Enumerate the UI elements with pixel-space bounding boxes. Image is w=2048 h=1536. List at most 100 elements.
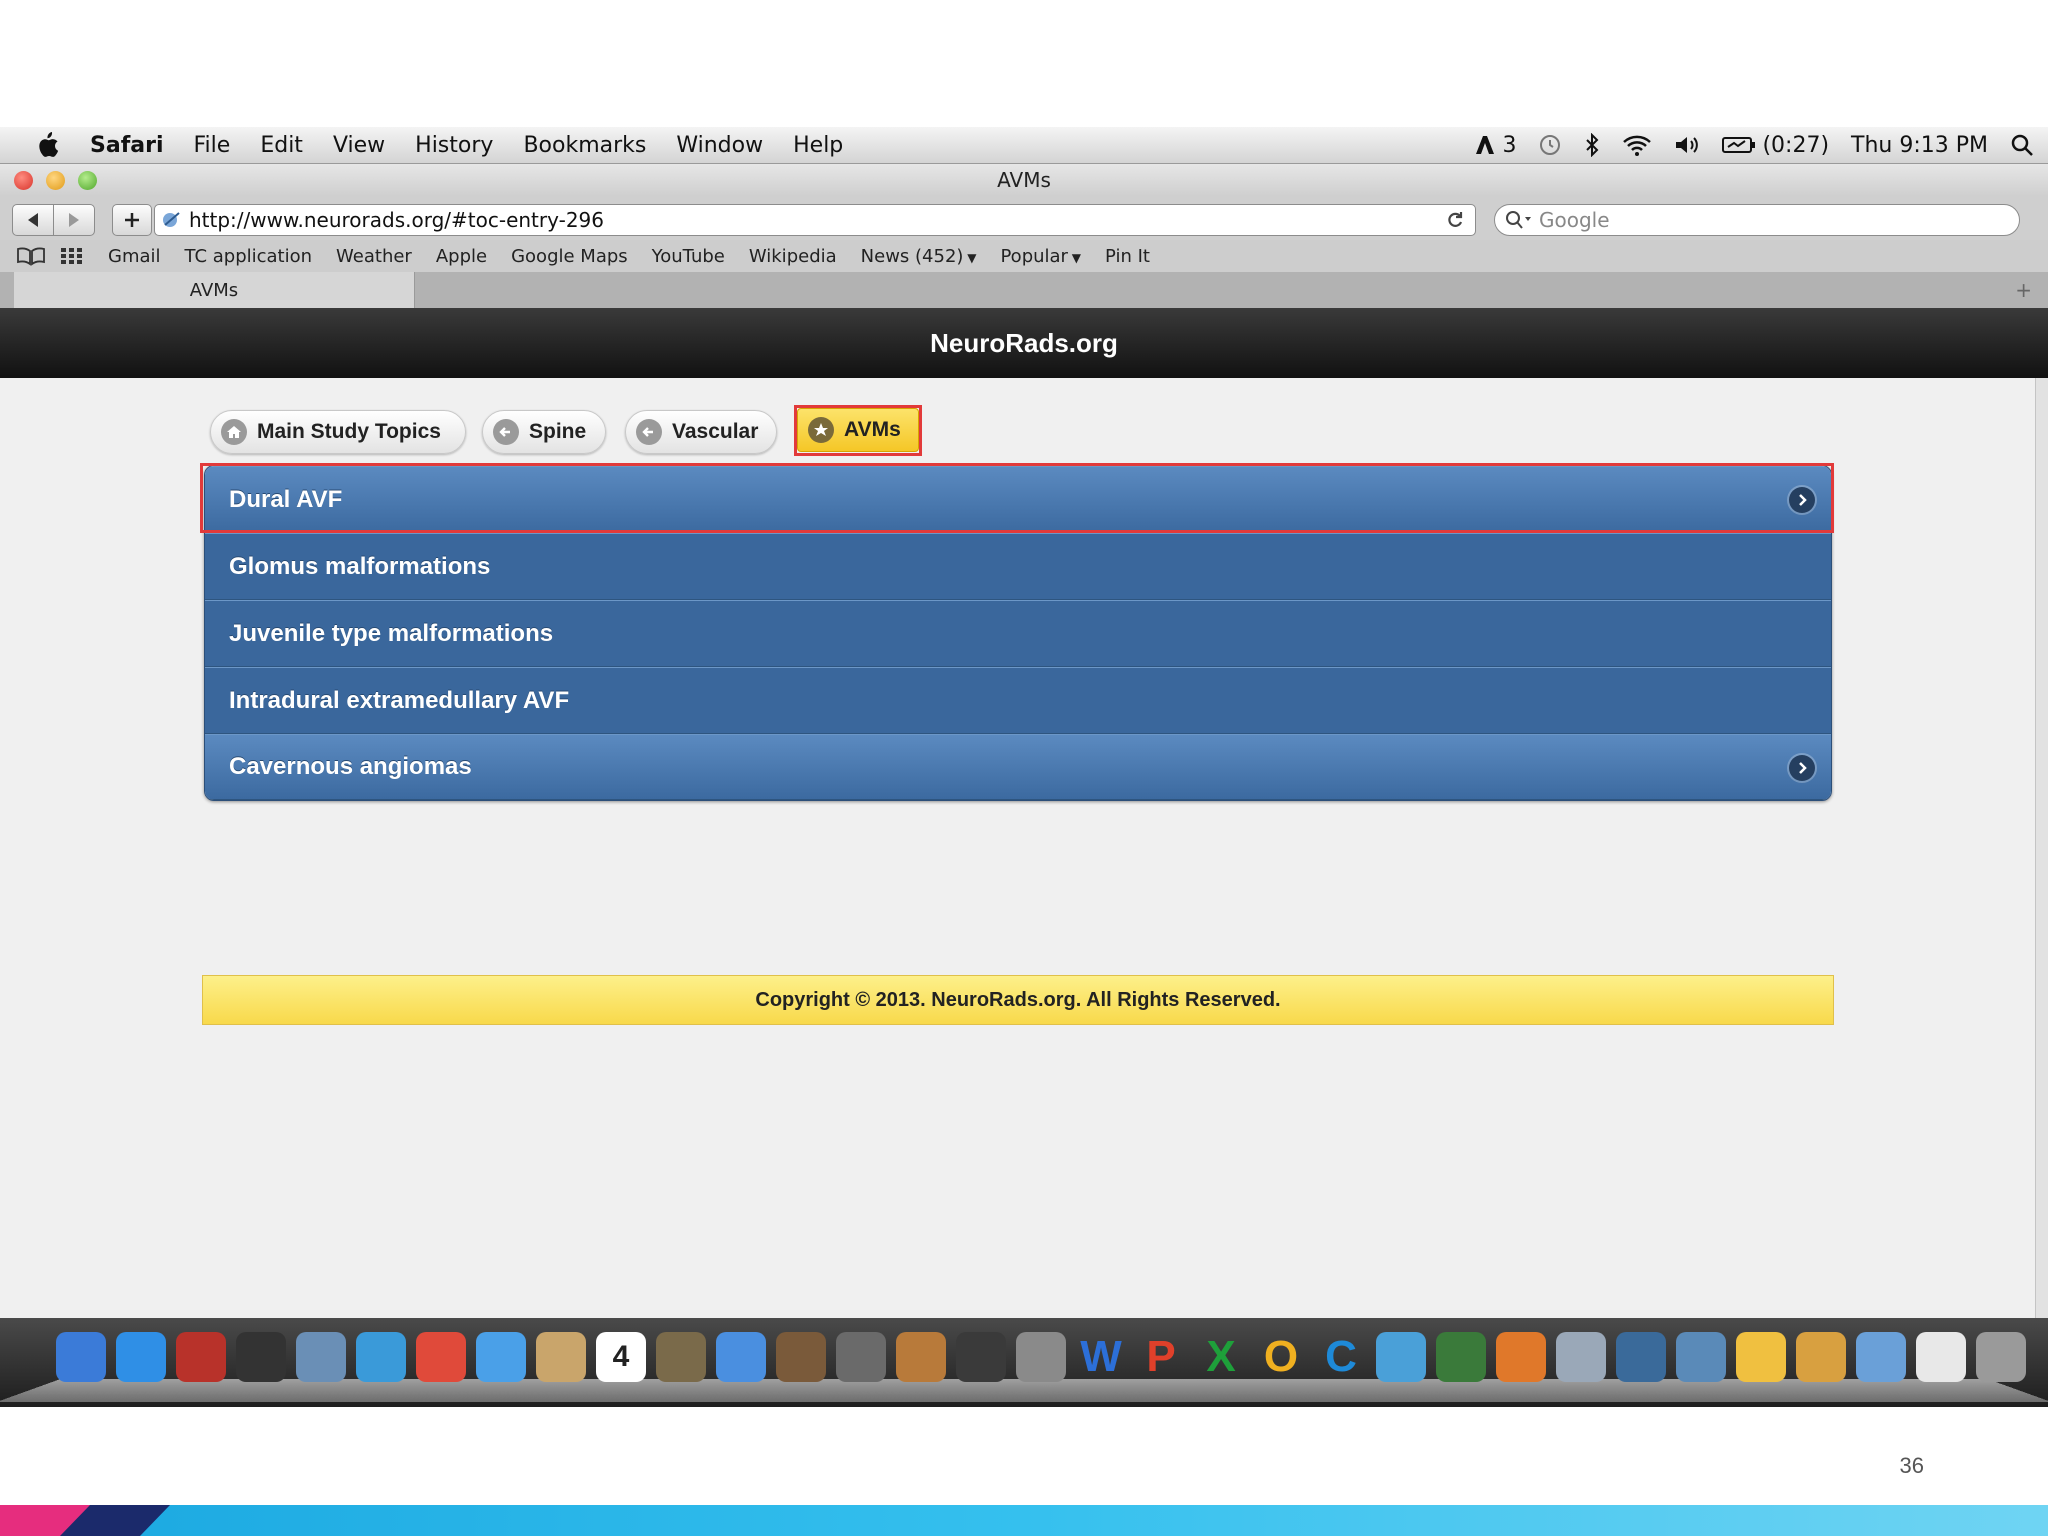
top-sites-grid-icon[interactable]	[60, 246, 84, 266]
site-header: NeuroRads.org	[0, 308, 2048, 378]
firefox-icon[interactable]	[1496, 1332, 1546, 1382]
contacts-icon[interactable]	[536, 1332, 586, 1382]
dock-shelf	[0, 1378, 2048, 1402]
list-item-label: Cavernous angiomas	[229, 753, 472, 780]
dashboard-icon[interactable]	[236, 1332, 286, 1382]
breadcrumb-label: Spine	[529, 420, 587, 443]
textedit-icon[interactable]	[1796, 1332, 1846, 1382]
menu-app-name[interactable]: Safari	[90, 133, 164, 158]
spotlight-search-icon[interactable]	[2010, 133, 2034, 157]
chrome-icon[interactable]	[416, 1332, 466, 1382]
finder-icon[interactable]	[56, 1332, 106, 1382]
breadcrumb-vascular[interactable]: Vascular	[625, 410, 777, 454]
trash-icon[interactable]	[1976, 1332, 2026, 1382]
bookmark-youtube[interactable]: YouTube	[652, 246, 725, 267]
minimize-window-button[interactable]	[46, 171, 65, 190]
iphoto-icon[interactable]	[656, 1332, 706, 1382]
copyright-footer: Copyright © 2013. NeuroRads.org. All Rig…	[202, 975, 1834, 1025]
bookmark-apple[interactable]: Apple	[436, 246, 487, 267]
bookmark-wikipedia[interactable]: Wikipedia	[749, 246, 837, 267]
time-machine-icon[interactable]	[1538, 133, 1562, 157]
app-store-icon[interactable]	[116, 1332, 166, 1382]
window-title-bar: AVMs	[0, 164, 2048, 196]
breadcrumb-label: Vascular	[672, 420, 759, 443]
image-capture-icon[interactable]	[776, 1332, 826, 1382]
back-arrow-icon	[493, 419, 519, 445]
adobe-count: 3	[1502, 132, 1517, 158]
clock[interactable]: Thu 9:13 PM	[1851, 133, 1988, 158]
hp-utility-icon[interactable]	[1676, 1332, 1726, 1382]
garageband-icon[interactable]	[896, 1332, 946, 1382]
dock-icons: 4 WPXOC	[56, 1332, 2026, 1382]
photo-booth-icon[interactable]	[176, 1332, 226, 1382]
bookmark-news-folder[interactable]: News (452) ▼	[861, 246, 977, 267]
breadcrumb-spine[interactable]: Spine	[482, 410, 606, 454]
reading-list-icon[interactable]	[16, 246, 46, 266]
home-icon	[221, 419, 247, 445]
battery-icon	[1722, 137, 1756, 153]
forward-button[interactable]	[53, 204, 95, 236]
bookmark-tc-application[interactable]: TC application	[185, 246, 313, 267]
time-machine-icon[interactable]	[956, 1332, 1006, 1382]
close-window-button[interactable]	[14, 171, 33, 190]
utilities-icon[interactable]	[1556, 1332, 1606, 1382]
applications-folder-icon[interactable]	[1856, 1332, 1906, 1382]
safari-icon[interactable]	[356, 1332, 406, 1382]
bluetooth-icon[interactable]	[1584, 133, 1600, 157]
hp-scan-icon[interactable]	[1616, 1332, 1666, 1382]
page-scrollbar[interactable]	[2035, 378, 2048, 1318]
volume-icon[interactable]	[1674, 133, 1700, 157]
documents-icon[interactable]	[1916, 1332, 1966, 1382]
apple-menu-icon[interactable]	[30, 132, 64, 158]
list-item-juvenile-type-malformations[interactable]: Juvenile type malformations	[205, 600, 1831, 667]
tab-avms[interactable]: AVMs	[14, 272, 415, 308]
menu-bookmarks[interactable]: Bookmarks	[523, 133, 646, 158]
back-button[interactable]	[12, 204, 54, 236]
search-placeholder: Google	[1539, 208, 1610, 232]
remote-desktop-icon[interactable]	[1436, 1332, 1486, 1382]
list-item-cavernous-angiomas[interactable]: Cavernous angiomas	[205, 734, 1831, 800]
bookmark-pin-it[interactable]: Pin It	[1105, 246, 1150, 267]
idea-icon[interactable]	[1736, 1332, 1786, 1382]
reload-icon[interactable]	[1445, 210, 1465, 230]
menu-edit[interactable]: Edit	[260, 133, 303, 158]
new-tab-icon[interactable]: +	[2015, 278, 2032, 302]
list-item-glomus-malformations[interactable]: Glomus malformations	[205, 533, 1831, 600]
battery-status[interactable]: (0:27)	[1722, 133, 1829, 158]
back-arrow-icon	[636, 419, 662, 445]
menu-window[interactable]: Window	[676, 133, 763, 158]
dock: 4 WPXOC	[0, 1318, 2048, 1407]
menu-file[interactable]: File	[194, 133, 231, 158]
menu-help[interactable]: Help	[793, 133, 843, 158]
imovie-icon[interactable]	[836, 1332, 886, 1382]
system-preferences-icon[interactable]	[1016, 1332, 1066, 1382]
communicator-icon[interactable]: C	[1316, 1332, 1366, 1382]
word-icon[interactable]: W	[1076, 1332, 1126, 1382]
bookmark-weather[interactable]: Weather	[336, 246, 412, 267]
list-item-intradural-extramedullary-avf[interactable]: Intradural extramedullary AVF	[205, 667, 1831, 734]
slide-bottom-band	[0, 1505, 2048, 1536]
excel-icon[interactable]: X	[1196, 1332, 1246, 1382]
breadcrumb-label: Main Study Topics	[257, 420, 441, 443]
address-bar[interactable]: http://www.neurorads.org/#toc-entry-296	[154, 204, 1476, 236]
messenger-icon[interactable]	[1376, 1332, 1426, 1382]
search-field[interactable]: Google	[1494, 204, 2020, 236]
add-bookmark-button[interactable]	[112, 204, 152, 236]
tab-label: AVMs	[189, 279, 239, 301]
bookmark-popular-folder[interactable]: Popular ▼	[1000, 246, 1081, 267]
bookmark-gmail[interactable]: Gmail	[108, 246, 161, 267]
adobe-updater-status[interactable]: 3	[1474, 133, 1516, 158]
messages-icon[interactable]	[476, 1332, 526, 1382]
preview-icon[interactable]	[296, 1332, 346, 1382]
bookmark-google-maps[interactable]: Google Maps	[511, 246, 628, 267]
breadcrumb-main-study-topics[interactable]: Main Study Topics	[210, 410, 466, 454]
calendar-icon[interactable]: 4	[596, 1332, 646, 1382]
itunes-icon[interactable]	[716, 1332, 766, 1382]
powerpoint-icon[interactable]: P	[1136, 1332, 1186, 1382]
wifi-icon[interactable]	[1622, 133, 1652, 157]
menu-history[interactable]: History	[415, 133, 493, 158]
menu-view[interactable]: View	[333, 133, 385, 158]
outlook-icon[interactable]: O	[1256, 1332, 1306, 1382]
dropdown-arrow-icon: ▼	[1067, 250, 1082, 265]
zoom-window-button[interactable]	[78, 171, 97, 190]
